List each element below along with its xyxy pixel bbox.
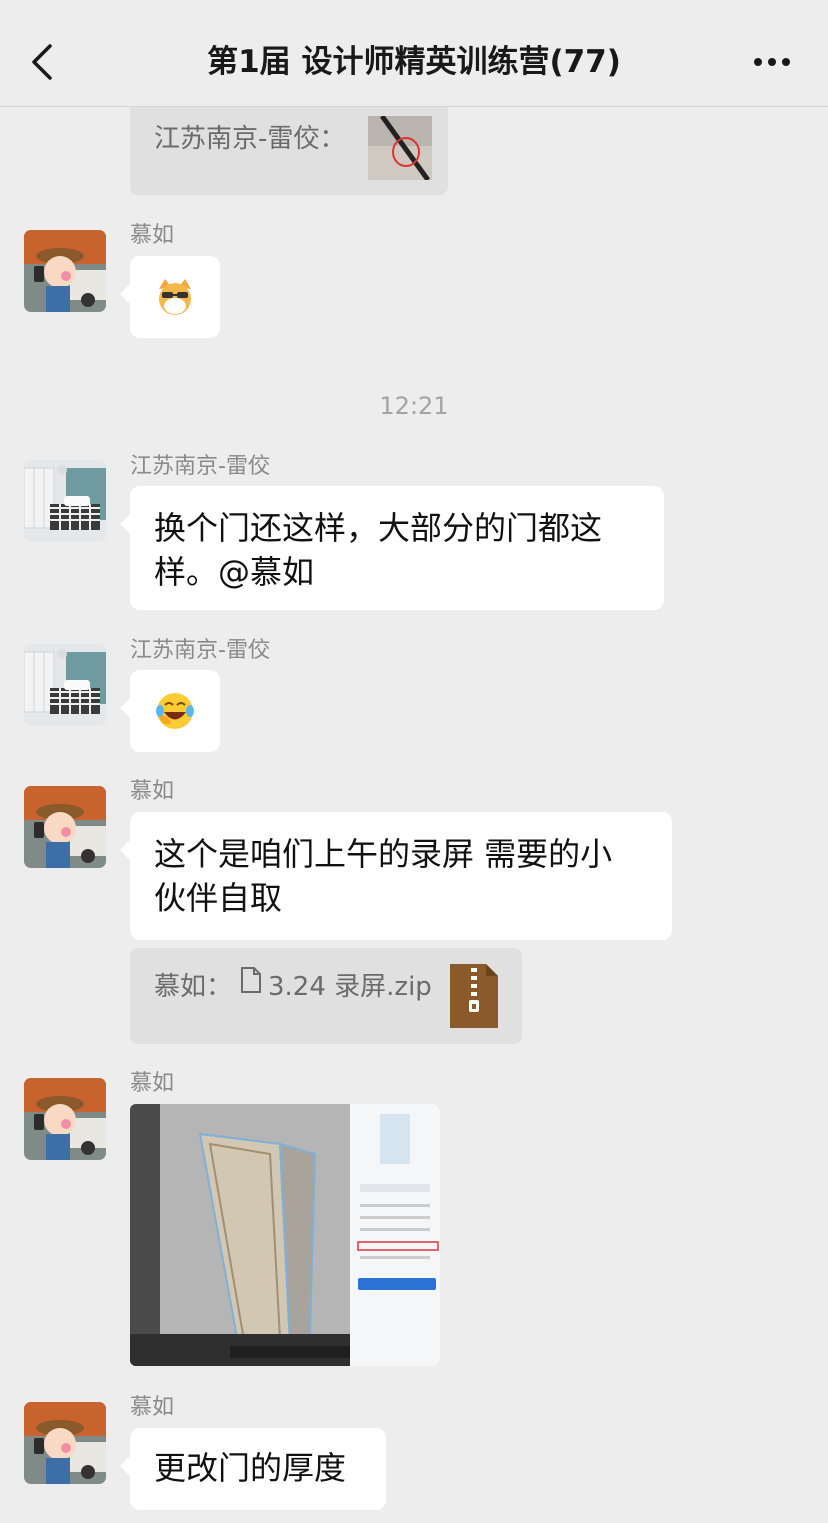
avatar-muru[interactable] <box>24 230 106 312</box>
avatar-muru[interactable] <box>24 1078 106 1160</box>
chat-title: 第1届 设计师精英训练营(77) <box>207 44 621 80</box>
bubble-tail <box>120 698 130 718</box>
file-name: 3.24 录屏.zip <box>268 972 432 1002</box>
sender-name: 慕如 <box>130 223 175 248</box>
message-text-line: 换个门还这样，大部分的门都这 <box>154 509 603 547</box>
avatar-muru[interactable] <box>24 786 106 868</box>
document-icon <box>241 967 261 993</box>
sender-name: 江苏南京-雷佼 <box>130 454 270 479</box>
message-text-line: 样。@慕如 <box>154 553 315 591</box>
quote-text: 江苏南京-雷佼： <box>154 124 346 154</box>
zip-file-icon[interactable] <box>450 964 498 1028</box>
text-bubble[interactable]: 更改门的厚度 <box>120 1428 386 1510</box>
text-bubble[interactable]: 换个门还这样，大部分的门都这 样。@慕如 <box>120 486 664 610</box>
bubble-tail <box>120 840 130 860</box>
avatar-leijiao[interactable] <box>24 644 106 726</box>
cat-sunglasses-emoji-icon <box>159 279 191 315</box>
quote-prefix: 慕如： <box>154 972 233 1002</box>
chat-header: 第1届 设计师精英训练营(77) <box>0 0 828 107</box>
text-bubble[interactable]: 这个是咱们上午的录屏 需要的小 伙伴自取 <box>120 812 672 940</box>
bubble-tail <box>120 514 130 534</box>
avatar-leijiao[interactable] <box>24 460 106 542</box>
quoted-image-thumbnail[interactable] <box>368 116 432 180</box>
avatar-muru[interactable] <box>24 1402 106 1484</box>
bubble-tail <box>120 284 130 304</box>
sender-name: 慕如 <box>130 1071 175 1096</box>
quoted-message[interactable]: 江苏南京-雷佼： <box>130 96 448 195</box>
emoji-bubble[interactable] <box>120 256 220 338</box>
timestamp: 12:21 <box>379 392 449 420</box>
image-message-screenshot[interactable] <box>130 1104 440 1366</box>
message-text-line: 这个是咱们上午的录屏 需要的小 <box>154 835 613 873</box>
more-options-icon[interactable] <box>750 50 794 74</box>
laughing-crying-emoji-icon <box>156 693 194 729</box>
sender-name: 江苏南京-雷佼 <box>130 638 270 663</box>
sender-name: 慕如 <box>130 1395 175 1420</box>
quoted-file-message[interactable]: 慕如： 3.24 录屏.zip <box>130 948 522 1044</box>
bubble-tail <box>120 1456 130 1476</box>
emoji-bubble[interactable] <box>120 670 220 752</box>
message-text-line: 伙伴自取 <box>154 879 283 917</box>
message-text: 更改门的厚度 <box>154 1449 347 1487</box>
sender-name: 慕如 <box>130 779 175 804</box>
